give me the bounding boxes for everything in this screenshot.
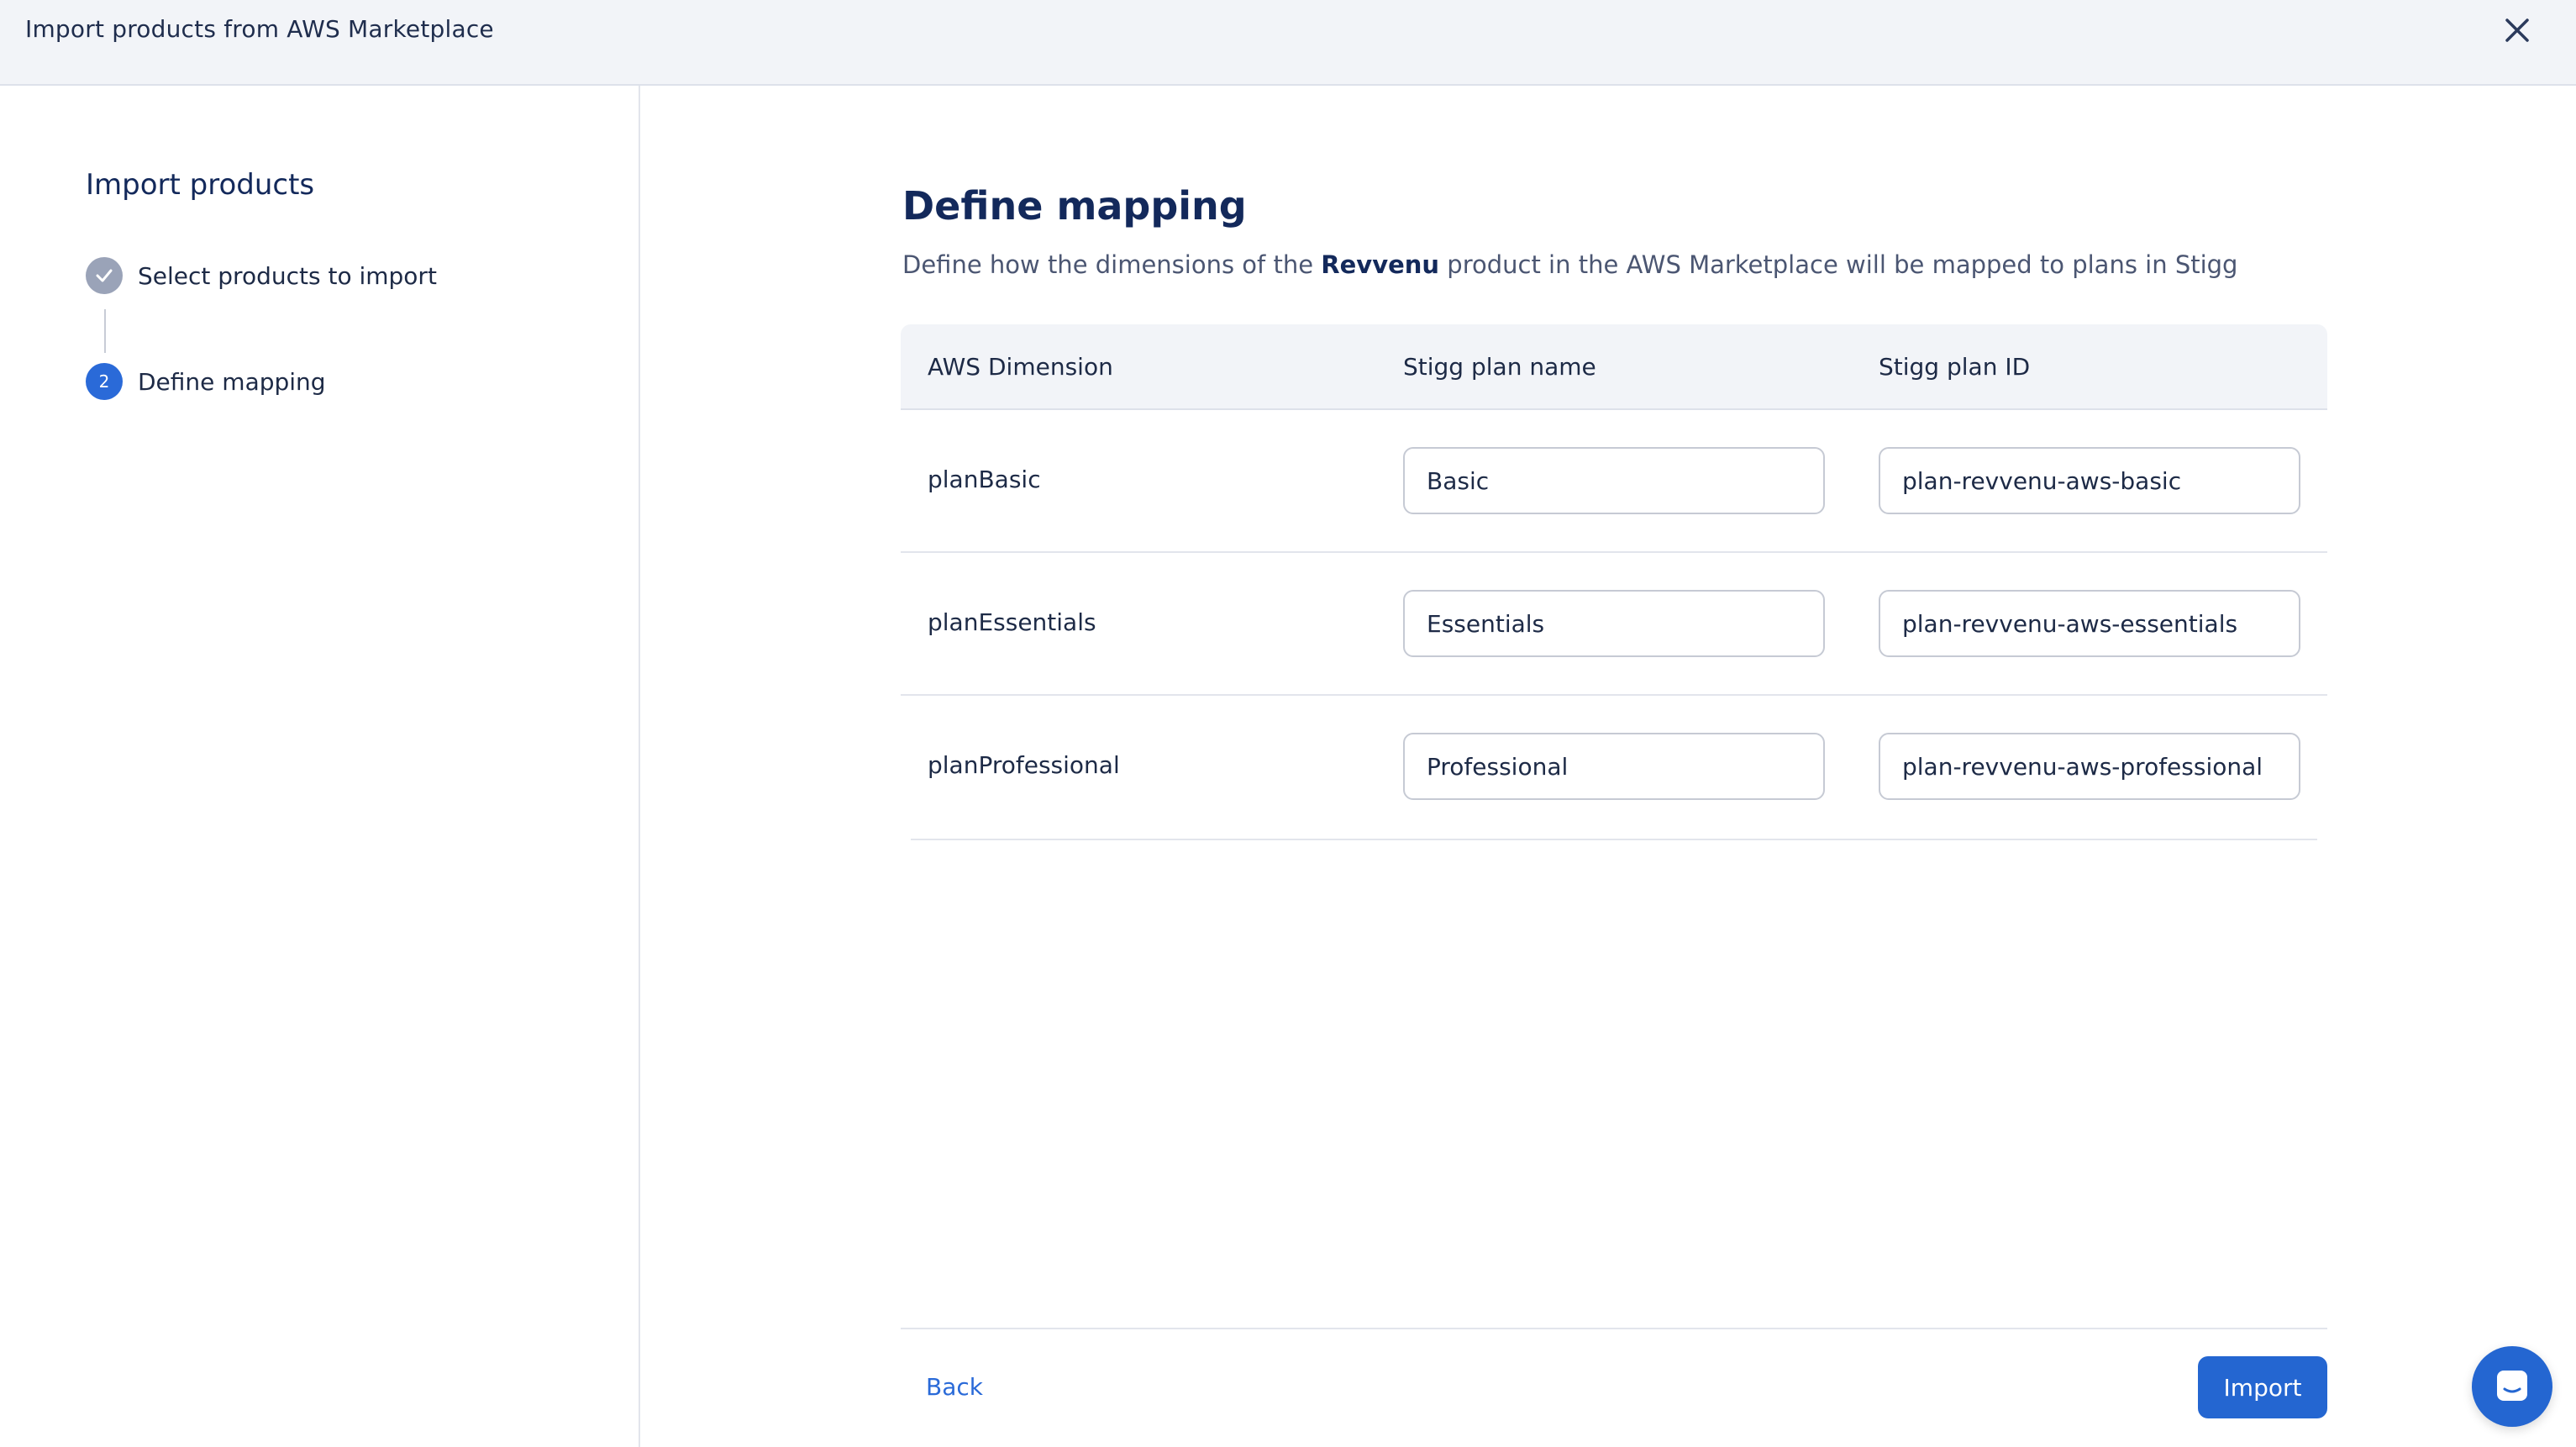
close-icon — [2505, 18, 2529, 42]
plan-id-input[interactable] — [1879, 447, 2300, 514]
table-divider — [911, 839, 2317, 840]
step-completed-indicator — [86, 257, 123, 294]
step-select-products[interactable]: Select products to import — [86, 257, 437, 294]
product-name: Revvenu — [1321, 250, 1440, 279]
description-suffix: product in the AWS Marketplace will be m… — [1447, 250, 2238, 279]
check-icon — [96, 269, 113, 282]
column-header-plan-id: Stigg plan ID — [1879, 353, 2031, 381]
plan-name-input[interactable] — [1403, 733, 1825, 800]
dialog-header: Import products from AWS Marketplace — [0, 0, 2576, 86]
plan-id-input[interactable] — [1879, 733, 2300, 800]
page-title: Define mapping — [902, 183, 1247, 229]
page-description: Define how the dimensions of the Revvenu… — [902, 250, 2237, 279]
column-header-aws-dimension: AWS Dimension — [928, 353, 1113, 381]
chat-launcher-button[interactable] — [2472, 1346, 2552, 1427]
import-button[interactable]: Import — [2198, 1356, 2327, 1418]
plan-name-input[interactable] — [1403, 590, 1825, 657]
aws-dimension-cell: planEssentials — [928, 608, 1096, 636]
column-header-plan-name: Stigg plan name — [1403, 353, 1596, 381]
step-label: Select products to import — [138, 261, 437, 290]
table-row: planEssentials — [901, 553, 2327, 696]
table-row: planProfessional — [901, 696, 2327, 839]
table-header: AWS Dimension Stigg plan name Stigg plan… — [901, 324, 2327, 410]
close-button[interactable] — [2502, 15, 2532, 45]
aws-dimension-cell: planBasic — [928, 466, 1041, 493]
stepper-sidebar: Import products Select products to impor… — [0, 86, 640, 1447]
sidebar-title: Import products — [86, 168, 315, 202]
step-label: Define mapping — [138, 367, 326, 396]
back-button[interactable]: Back — [926, 1373, 983, 1401]
step-connector — [104, 309, 106, 353]
description-prefix: Define how the dimensions of the — [902, 250, 1314, 279]
chat-icon — [2497, 1371, 2527, 1401]
aws-dimension-cell: planProfessional — [928, 751, 1120, 779]
footer-divider — [901, 1328, 2327, 1329]
plan-id-input[interactable] — [1879, 590, 2300, 657]
mapping-table: AWS Dimension Stigg plan name Stigg plan… — [901, 324, 2327, 839]
plan-name-input[interactable] — [1403, 447, 1825, 514]
dialog-title: Import products from AWS Marketplace — [25, 15, 494, 43]
table-row: planBasic — [901, 410, 2327, 553]
step-define-mapping[interactable]: 2 Define mapping — [86, 363, 326, 400]
step-number: 2 — [86, 363, 123, 400]
